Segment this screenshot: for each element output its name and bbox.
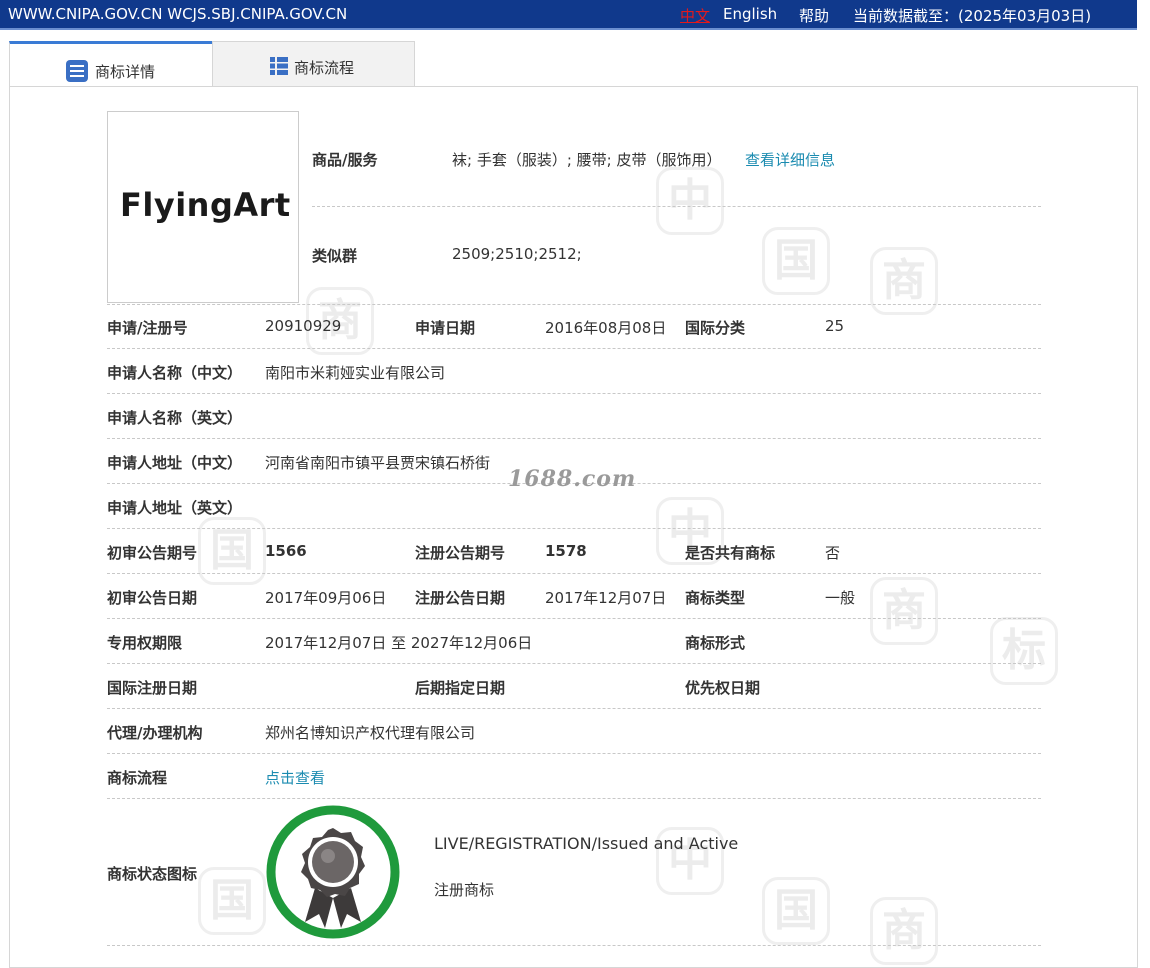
term-value: 2017年12月07日 至 2027年12月06日 xyxy=(265,634,533,652)
form-label: 商标形式 xyxy=(685,634,746,652)
background-watermark: 中 xyxy=(656,167,724,235)
divider xyxy=(107,393,1041,394)
address-cn-value: 河南省南阳市镇平县贾宋镇石桥街 xyxy=(265,454,491,472)
divider xyxy=(107,348,1041,349)
divider xyxy=(107,663,1041,664)
status-english: LIVE/REGISTRATION/Issued and Active xyxy=(434,834,739,853)
tab-trademark-details[interactable]: 商标详情 xyxy=(9,41,213,89)
divider xyxy=(107,753,1041,754)
tab-label: 商标流程 xyxy=(294,59,355,77)
lang-zh-link[interactable]: 中文 xyxy=(680,5,710,26)
background-watermark: 国 xyxy=(198,867,266,935)
top-bar: WWW.CNIPA.GOV.CN WCJS.SBJ.CNIPA.GOV.CN 中… xyxy=(0,0,1137,30)
divider xyxy=(107,304,1041,305)
divider xyxy=(107,528,1041,529)
applicant-cn-value: 南阳市米莉娅实业有限公司 xyxy=(265,364,446,382)
goods-label: 商品/服务 xyxy=(312,151,378,169)
priority-date-label: 优先权日期 xyxy=(685,679,761,697)
tab-bar: 商标详情 商标流程 xyxy=(9,41,415,89)
divider xyxy=(107,618,1041,619)
reg-ann-date-value: 2017年12月07日 xyxy=(545,589,667,607)
site-watermark: 1688.com xyxy=(508,466,637,492)
status-icon-label: 商标状态图标 xyxy=(107,865,198,883)
background-watermark: 商 xyxy=(870,577,938,645)
apply-date-label: 申请日期 xyxy=(415,319,476,337)
view-details-link[interactable]: 查看详细信息 xyxy=(745,149,835,170)
table-icon xyxy=(270,57,288,79)
goods-value: 袜; 手套（服装）; 腰带; 皮带（服饰用） xyxy=(452,151,722,169)
applicant-en-label: 申请人名称（英文） xyxy=(107,409,243,427)
reg-no-label: 申请/注册号 xyxy=(107,319,188,337)
registered-badge-icon xyxy=(265,804,401,944)
divider xyxy=(107,438,1041,439)
trademark-logo-text: FlyingArt xyxy=(120,186,291,224)
agent-value: 郑州名博知识产权代理有限公司 xyxy=(265,724,476,742)
type-label: 商标类型 xyxy=(685,589,746,607)
prelim-no-label: 初审公告期号 xyxy=(107,544,198,562)
reg-ann-no-label: 注册公告期号 xyxy=(415,544,506,562)
tab-trademark-flow[interactable]: 商标流程 xyxy=(212,41,415,88)
divider xyxy=(107,708,1041,709)
background-watermark: 国 xyxy=(762,227,830,295)
agent-label: 代理/办理机构 xyxy=(107,724,203,742)
intl-reg-date-label: 国际注册日期 xyxy=(107,679,198,697)
list-icon xyxy=(66,60,88,86)
view-flow-link[interactable]: 点击查看 xyxy=(265,767,325,788)
data-date: 当前数据截至：(2025年03月03日) xyxy=(853,7,1092,25)
address-cn-label: 申请人地址（中文） xyxy=(107,454,243,472)
applicant-cn-label: 申请人名称（中文） xyxy=(107,364,243,382)
flow-label: 商标流程 xyxy=(107,769,168,787)
divider xyxy=(107,798,1041,799)
divider xyxy=(107,573,1041,574)
tab-label: 商标详情 xyxy=(95,63,156,81)
reg-ann-date-label: 注册公告日期 xyxy=(415,589,506,607)
similar-group-value: 2509;2510;2512; xyxy=(452,245,582,263)
prelim-no-value: 1566 xyxy=(265,542,307,560)
prelim-date-label: 初审公告日期 xyxy=(107,589,198,607)
shared-label: 是否共有商标 xyxy=(685,544,776,562)
shared-value: 否 xyxy=(825,544,841,562)
status-chinese: 注册商标 xyxy=(434,881,495,899)
background-watermark: 标 xyxy=(990,617,1058,685)
lang-en-link[interactable]: English xyxy=(723,5,777,23)
later-designation-label: 后期指定日期 xyxy=(415,679,506,697)
divider xyxy=(312,206,1041,207)
detail-panel: 国 商 中 国 商 中 商 标 国 中 国 商 国 FlyingArt 商品/服… xyxy=(9,86,1138,968)
term-label: 专用权期限 xyxy=(107,634,183,652)
trademark-image: FlyingArt xyxy=(107,111,299,303)
prelim-date-value: 2017年09月06日 xyxy=(265,589,387,607)
help-link[interactable]: 帮助 xyxy=(799,5,829,26)
type-value: 一般 xyxy=(825,589,856,607)
reg-no-value: 20910929 xyxy=(265,317,342,335)
reg-ann-no-value: 1578 xyxy=(545,542,587,560)
apply-date-value: 2016年08月08日 xyxy=(545,319,667,337)
address-en-label: 申请人地址（英文） xyxy=(107,499,243,517)
intl-class-label: 国际分类 xyxy=(685,319,746,337)
site-urls[interactable]: WWW.CNIPA.GOV.CN WCJS.SBJ.CNIPA.GOV.CN xyxy=(8,5,347,23)
divider xyxy=(107,945,1041,946)
intl-class-value: 25 xyxy=(825,317,845,335)
background-watermark: 国 xyxy=(762,877,830,945)
similar-group-label: 类似群 xyxy=(312,247,358,265)
